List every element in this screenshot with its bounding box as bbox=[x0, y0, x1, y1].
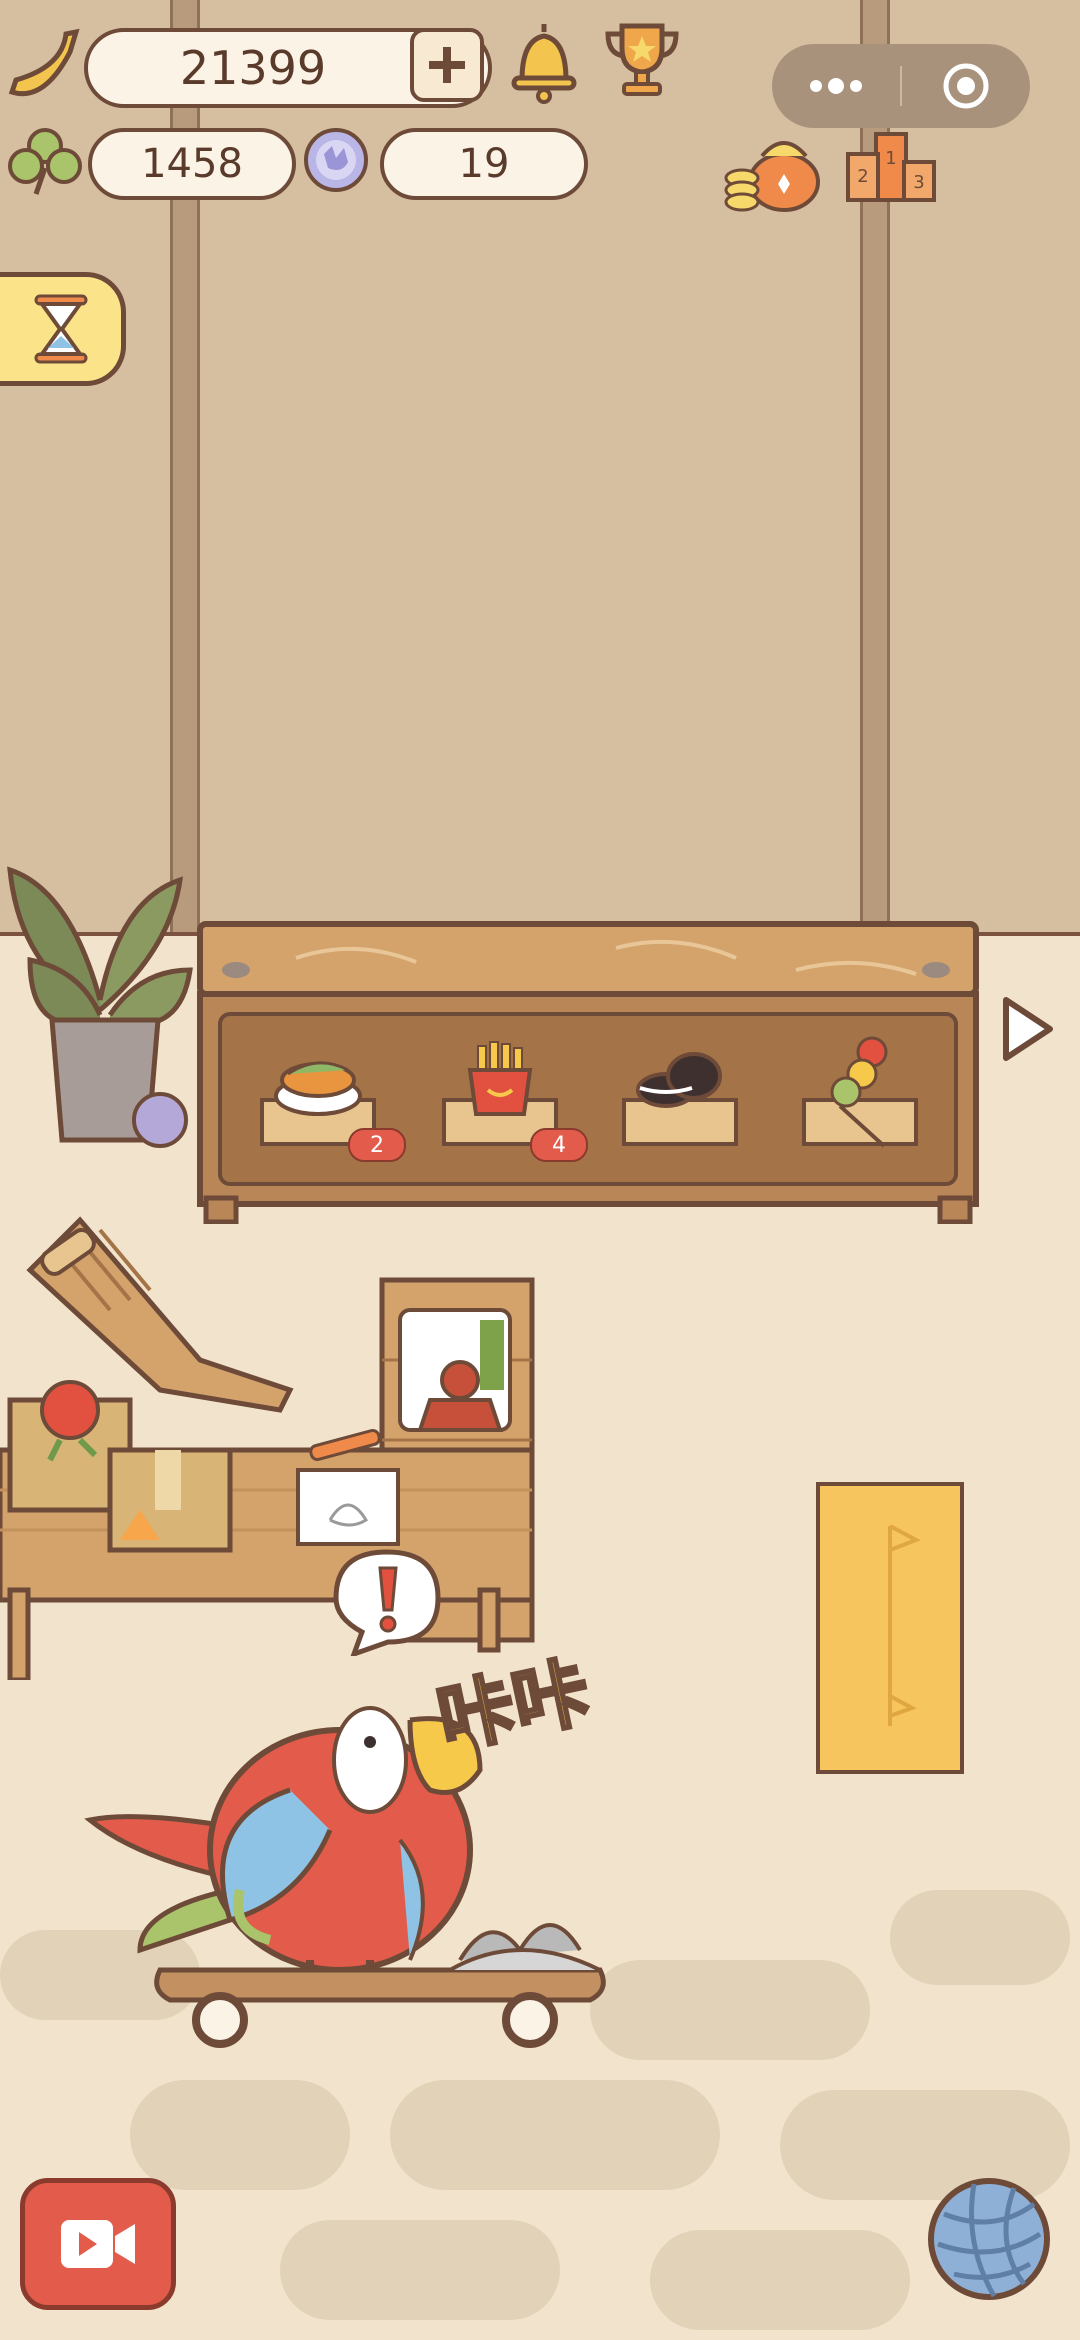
clover-icon bbox=[6, 124, 84, 198]
more-options-button[interactable] bbox=[772, 44, 900, 128]
video-camera-icon bbox=[61, 2220, 135, 2268]
item-count-badge: 2 bbox=[348, 1128, 406, 1162]
svg-text:1: 1 bbox=[885, 148, 896, 169]
flag-icon bbox=[888, 1524, 921, 1726]
floor-stone bbox=[590, 1960, 870, 2060]
clover-count: 1458 bbox=[141, 141, 243, 187]
banana-count: 21399 bbox=[179, 41, 327, 95]
desk-area bbox=[0, 1210, 560, 1683]
shelf-slot[interactable] bbox=[620, 1040, 740, 1160]
play-arrow-icon bbox=[1003, 997, 1053, 1061]
banana-icon bbox=[4, 22, 84, 108]
gem-counter: 19 bbox=[380, 128, 588, 200]
shelf-slot[interactable] bbox=[800, 1036, 920, 1160]
miniprogram-capsule bbox=[772, 44, 1030, 128]
floor-stone bbox=[130, 2080, 350, 2190]
candy-skewer-icon bbox=[802, 1036, 918, 1148]
close-miniprogram-button[interactable] bbox=[902, 44, 1030, 128]
clover-counter: 1458 bbox=[88, 128, 296, 200]
yarn-ball-button[interactable] bbox=[924, 2174, 1054, 2304]
floor-stone bbox=[280, 2220, 560, 2320]
lucky-bag-icon[interactable] bbox=[722, 126, 826, 214]
bell-icon[interactable] bbox=[506, 18, 582, 104]
exclamation-icon bbox=[333, 1549, 441, 1656]
next-shelf-button[interactable] bbox=[992, 994, 1060, 1064]
svg-text:3: 3 bbox=[913, 172, 924, 193]
video-record-button[interactable] bbox=[20, 2178, 176, 2310]
cookies-icon bbox=[622, 1052, 738, 1146]
floor-stone bbox=[890, 1890, 1070, 1985]
plus-icon bbox=[429, 47, 465, 83]
item-count-badge: 4 bbox=[530, 1128, 588, 1162]
yarn-ball-icon bbox=[928, 2178, 1050, 2300]
gem-count: 19 bbox=[458, 141, 510, 187]
gem-icon bbox=[302, 126, 370, 194]
trophy-icon[interactable] bbox=[600, 18, 684, 100]
yellow-mat[interactable] bbox=[816, 1482, 964, 1774]
potted-plant bbox=[0, 850, 200, 1150]
alert-bubble[interactable] bbox=[328, 1546, 446, 1656]
floor-stone bbox=[390, 2080, 720, 2190]
more-dots-icon bbox=[810, 78, 862, 94]
add-bananas-button[interactable] bbox=[410, 28, 484, 102]
floor-stone bbox=[650, 2230, 910, 2330]
svg-text:2: 2 bbox=[857, 166, 868, 187]
leaderboard-icon[interactable]: 1 2 3 bbox=[842, 126, 940, 206]
hourglass-icon bbox=[34, 294, 87, 364]
target-icon bbox=[943, 63, 989, 109]
timer-button[interactable] bbox=[0, 272, 126, 386]
